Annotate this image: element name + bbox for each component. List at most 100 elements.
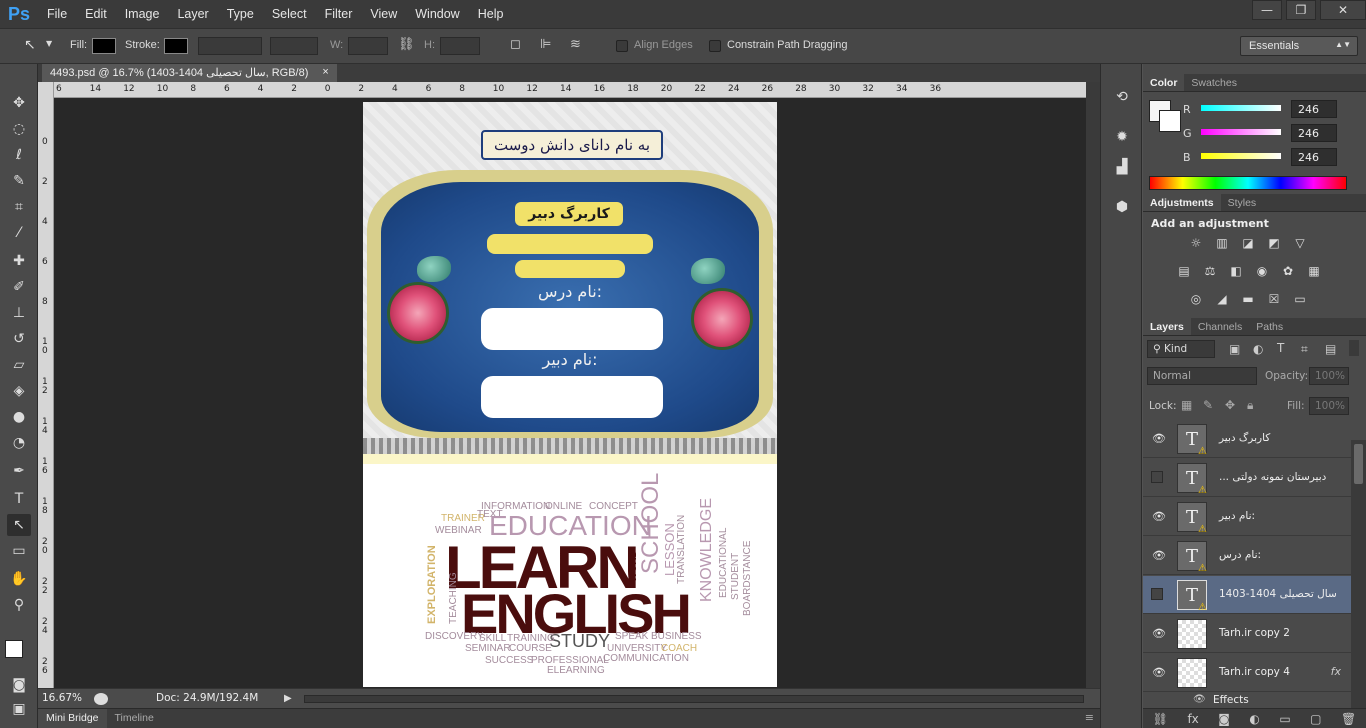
lock-transparency-icon[interactable]: ▦ <box>1181 398 1192 412</box>
workspace-dropdown[interactable]: Essentials ▲▼ <box>1240 36 1358 56</box>
menu-window[interactable]: Window <box>406 7 468 21</box>
panel-menu-icon[interactable]: ≡ <box>1085 711 1094 724</box>
tab-color[interactable]: Color <box>1143 74 1185 91</box>
paint-bucket-tool-icon[interactable]: ◈ <box>7 380 31 402</box>
stroke-type-dropdown[interactable] <box>270 37 318 55</box>
history-panel-icon[interactable]: ⟲ <box>1111 86 1133 108</box>
menu-view[interactable]: View <box>361 7 406 21</box>
layer-row[interactable]: T ⚠ ... دبیرستان نمونه دولتی <box>1143 459 1351 497</box>
g-track[interactable] <box>1201 129 1281 135</box>
new-adjustment-icon[interactable]: ◐ <box>1249 712 1259 726</box>
poster-artwork[interactable]: به نام دانای دانش دوست کاربرگ دبیر نام د… <box>363 102 777 687</box>
selective-color-icon[interactable]: ☒ <box>1265 292 1283 306</box>
menu-filter[interactable]: Filter <box>316 7 362 21</box>
blend-mode-dropdown[interactable]: Normal <box>1147 367 1257 385</box>
adjustment-filter-icon[interactable]: ◐ <box>1253 342 1263 356</box>
pixel-filter-icon[interactable]: ▣ <box>1229 342 1240 356</box>
history-brush-tool-icon[interactable]: ↺ <box>7 328 31 350</box>
path-operations-icon[interactable]: ◻ <box>510 37 521 52</box>
healing-brush-tool-icon[interactable]: ✚ <box>7 250 31 272</box>
screen-mode-icon[interactable]: ▣ <box>7 698 31 720</box>
link-icon[interactable]: ⛓ <box>398 37 415 52</box>
new-layer-icon[interactable]: ▢ <box>1310 712 1321 726</box>
photo-filter-icon[interactable]: ◉ <box>1253 264 1271 278</box>
new-group-icon[interactable]: ▭ <box>1279 712 1290 726</box>
path-selection-tool-icon[interactable]: ↖ <box>7 514 31 536</box>
invert-icon[interactable]: ◎ <box>1187 292 1205 306</box>
trash-icon[interactable]: 🗑︎ <box>1341 712 1356 726</box>
info-icon[interactable] <box>94 693 108 705</box>
opacity-field[interactable]: 100% <box>1309 367 1349 385</box>
minimize-button[interactable]: — <box>1252 0 1282 20</box>
link-layers-icon[interactable]: ⛓ <box>1153 712 1168 726</box>
color-balance-icon[interactable]: ⚖ <box>1201 264 1219 278</box>
type-filter-icon[interactable]: T <box>1277 341 1284 355</box>
horizontal-scrollbar[interactable] <box>304 695 1084 703</box>
clone-stamp-tool-icon[interactable]: ⊥ <box>7 302 31 324</box>
blur-tool-icon[interactable]: ● <box>7 406 31 428</box>
r-value[interactable]: 246 <box>1291 100 1337 118</box>
brush-tool-icon[interactable]: ✐ <box>7 276 31 298</box>
height-field[interactable] <box>440 37 480 55</box>
filter-toggle[interactable] <box>1349 340 1359 356</box>
threshold-icon[interactable]: ▬ <box>1239 292 1257 306</box>
quick-mask-icon[interactable]: ◙ <box>7 674 31 696</box>
rectangle-tool-icon[interactable]: ▭ <box>7 540 31 562</box>
layer-row[interactable]: 👁︎ T ⚠ کاربرگ دبیر <box>1143 420 1351 458</box>
close-icon[interactable]: × <box>322 66 328 80</box>
lock-position-icon[interactable]: ✥ <box>1225 398 1235 412</box>
eraser-tool-icon[interactable]: ▱ <box>7 354 31 376</box>
pen-tool-icon[interactable]: ✒ <box>7 460 31 482</box>
3d-panel-icon[interactable]: ⬢ <box>1111 196 1133 218</box>
tab-mini-bridge[interactable]: Mini Bridge <box>38 709 107 728</box>
width-field[interactable] <box>348 37 388 55</box>
menu-image[interactable]: Image <box>116 7 169 21</box>
eye-icon[interactable]: 👁︎ <box>1152 510 1166 523</box>
align-edges-checkbox[interactable] <box>616 40 628 52</box>
color-spectrum[interactable] <box>1149 176 1347 190</box>
scroll-thumb[interactable] <box>1354 444 1363 484</box>
tab-styles[interactable]: Styles <box>1221 194 1264 211</box>
foreground-color-swatch[interactable] <box>5 640 23 658</box>
eyedropper-tool-icon[interactable]: ⁄ <box>7 222 31 244</box>
constrain-path-checkbox[interactable] <box>709 40 721 52</box>
color-lookup-icon[interactable]: ▦ <box>1305 264 1323 278</box>
marquee-tool-icon[interactable]: ◌ <box>7 118 31 140</box>
lasso-tool-icon[interactable]: ℓ <box>7 144 31 166</box>
layer-row-selected[interactable]: T ⚠ 1403-1404 سال تحصیلی <box>1143 576 1351 614</box>
hue-saturation-icon[interactable]: ▤ <box>1175 264 1193 278</box>
navigator-panel-icon[interactable]: ✹ <box>1111 126 1133 148</box>
vibrance-icon[interactable]: ▽ <box>1291 236 1309 250</box>
zoom-tool-icon[interactable]: ⚲ <box>7 594 31 616</box>
lock-all-icon[interactable]: 🔒︎ <box>1247 398 1253 413</box>
chevron-down-icon[interactable]: ▼ <box>46 39 52 48</box>
black-white-icon[interactable]: ◧ <box>1227 264 1245 278</box>
add-style-icon[interactable]: fx <box>1187 712 1198 726</box>
visibility-toggle[interactable] <box>1151 588 1163 600</box>
levels-icon[interactable]: ▥ <box>1213 236 1231 250</box>
tab-adjustments[interactable]: Adjustments <box>1143 194 1221 211</box>
vertical-scrollbar[interactable] <box>1086 82 1100 688</box>
channel-mixer-icon[interactable]: ✿ <box>1279 264 1297 278</box>
tab-layers[interactable]: Layers <box>1143 318 1191 335</box>
visibility-toggle[interactable] <box>1151 471 1163 483</box>
layers-scrollbar[interactable] <box>1351 440 1366 708</box>
path-selection-icon[interactable]: ↖ <box>24 37 40 55</box>
hand-tool-icon[interactable]: ✋ <box>7 568 31 590</box>
menu-select[interactable]: Select <box>263 7 316 21</box>
exposure-icon[interactable]: ◩ <box>1265 236 1283 250</box>
path-arrangement-icon[interactable]: ≋ <box>570 37 581 52</box>
menu-edit[interactable]: Edit <box>76 7 116 21</box>
tab-channels[interactable]: Channels <box>1191 318 1249 335</box>
layer-filter-dropdown[interactable]: ⚲ Kind <box>1147 340 1215 358</box>
layer-row[interactable]: 👁︎ T ⚠ نام درس: <box>1143 537 1351 575</box>
layer-row[interactable]: 👁︎ T ⚠ نام دبیر: <box>1143 498 1351 536</box>
eye-icon[interactable]: 👁︎ <box>1152 432 1166 445</box>
b-track[interactable] <box>1201 153 1281 159</box>
menu-layer[interactable]: Layer <box>168 7 217 21</box>
stroke-swatch[interactable] <box>164 38 188 54</box>
histogram-panel-icon[interactable]: ▟ <box>1111 156 1133 178</box>
menu-file[interactable]: File <box>38 7 76 21</box>
document-tab[interactable]: 4493.psd @ 16.7% (1403-1404 سال تحصیلی, … <box>42 64 337 82</box>
eye-icon[interactable]: 👁︎ <box>1152 549 1166 562</box>
